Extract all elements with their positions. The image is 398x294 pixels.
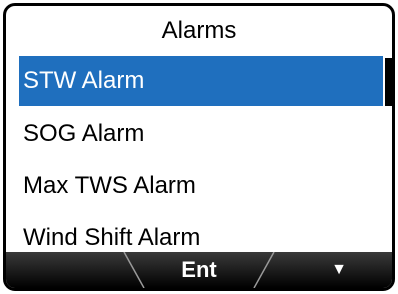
down-arrow-icon[interactable]: ▼	[286, 252, 392, 288]
scrollbar[interactable]	[385, 58, 392, 250]
right-divider	[253, 252, 275, 288]
menu-item-sog-alarm[interactable]: SOG Alarm	[19, 108, 383, 160]
softkey-left[interactable]	[6, 252, 124, 288]
alarm-menu-list: STW Alarm SOG Alarm Max TWS Alarm Wind S…	[19, 56, 383, 264]
menu-item-max-tws-alarm[interactable]: Max TWS Alarm	[19, 160, 383, 212]
left-divider	[123, 252, 145, 288]
softkey-bar: Ent ▼	[6, 252, 392, 288]
menu-item-stw-alarm[interactable]: STW Alarm	[19, 56, 383, 106]
device-screen: Alarms STW Alarm SOG Alarm Max TWS Alarm…	[3, 3, 395, 291]
scroll-thumb[interactable]	[385, 58, 392, 106]
softkey-enter[interactable]: Ent	[144, 252, 254, 288]
screen-title: Alarms	[161, 17, 237, 44]
